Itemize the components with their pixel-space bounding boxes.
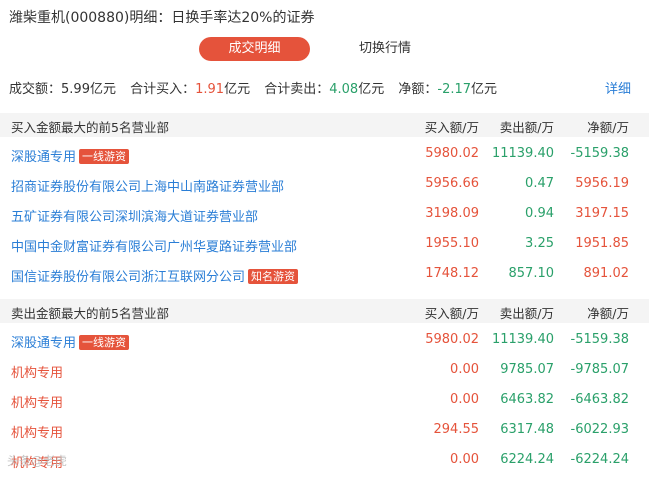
net-amount: -6463.82 [570,392,629,407]
branch-name[interactable]: 中国中金财富证券有限公司广州华夏路证券营业部 [11,240,297,255]
buy-section-title: 买入金额最大的前5名营业部 [11,120,169,135]
total-buy-value: 1.91 [195,82,225,97]
net-amount: -5159.38 [570,146,629,161]
summary-bar: 成交额：5.99亿元 合计买入：1.91亿元 合计卖出：4.08亿元 净额：-2… [9,78,639,97]
watermark: 头条@老虎 [7,454,68,468]
table-row[interactable]: 机构专用 294.55 6317.48 -6022.93 [0,416,649,446]
col-sell-amount: 卖出额/万 [499,306,554,321]
table-row[interactable]: 国信证券股份有限公司浙江互联网分公司 知名游资 1748.12 857.10 89… [0,260,649,290]
table-row[interactable]: 深股通专用 一线游资 5980.02 11139.40 -5159.38 [0,140,649,170]
tab-bar: 成交明细 切换行情 [0,37,649,63]
detail-link[interactable]: 详细 [605,78,631,97]
col-net-amount: 净额/万 [587,306,629,321]
net-amount: 5956.19 [575,176,629,191]
total-buy-unit: 亿元 [224,82,251,97]
sell-section-header: 卖出金额最大的前5名营业部 买入额/万 卖出额/万 净额/万 [0,299,649,323]
table-row[interactable]: 中国中金财富证券有限公司广州华夏路证券营业部 1955.10 3.25 1951… [0,230,649,260]
branch-name[interactable]: 深股通专用 [11,150,76,165]
branch-name[interactable]: 国信证券股份有限公司浙江互联网分公司 [11,270,245,285]
tab-trade-detail[interactable]: 成交明细 [199,37,310,61]
net-amount: -6022.93 [570,422,629,437]
page-title: 潍柴重机(000880)明细：日换手率达20%的证券 [9,10,315,26]
col-net-amount: 净额/万 [587,120,629,135]
sell-section-title: 卖出金额最大的前5名营业部 [11,306,169,321]
net-value: -2.17 [437,82,472,97]
col-buy-amount: 买入额/万 [424,120,479,135]
net-amount: -5159.38 [570,332,629,347]
badge-tag: 一线游资 [79,149,130,164]
table-row[interactable]: 五矿证券有限公司深圳滨海大道证券营业部 3198.09 0.94 3197.15 [0,200,649,230]
net-amount: -6224.24 [570,452,629,467]
net-label: 净额： [398,82,438,97]
col-sell-amount: 卖出额/万 [499,120,554,135]
branch-name[interactable]: 机构专用 [11,426,63,441]
table-row[interactable]: 招商证券股份有限公司上海中山南路证券营业部 5956.66 0.47 5956.… [0,170,649,200]
table-row[interactable]: 机构专用 0.00 6463.82 -6463.82 [0,386,649,416]
table-row[interactable]: 深股通专用 一线游资 5980.02 11139.40 -5159.38 [0,326,649,356]
branch-name[interactable]: 机构专用 [11,396,63,411]
branch-name[interactable]: 招商证券股份有限公司上海中山南路证券营业部 [11,180,284,195]
total-sell-unit: 亿元 [358,82,385,97]
total-buy-label: 合计买入： [130,82,196,97]
net-unit: 亿元 [471,82,498,97]
buy-section-header: 买入金额最大的前5名营业部 买入额/万 卖出额/万 净额/万 [0,113,649,137]
table-row[interactable]: 机构专用 0.00 9785.07 -9785.07 [0,356,649,386]
turnover-value: 5.99亿元 [61,82,116,97]
net-amount: 891.02 [583,266,630,281]
badge-tag: 知名游资 [248,269,299,284]
tab-switch-quote[interactable]: 切换行情 [330,37,440,61]
col-buy-amount: 买入额/万 [424,306,479,321]
badge-tag: 一线游资 [79,335,130,350]
net-amount: -9785.07 [570,362,629,377]
branch-name[interactable]: 五矿证券有限公司深圳滨海大道证券营业部 [11,210,258,225]
net-amount: 1951.85 [575,236,629,251]
turnover-label: 成交额： [9,82,62,97]
branch-name[interactable]: 深股通专用 [11,336,76,351]
total-sell-label: 合计卖出： [264,82,330,97]
net-amount: 3197.15 [575,206,629,221]
branch-name[interactable]: 机构专用 [11,366,63,381]
total-sell-value: 4.08 [329,82,359,97]
table-row[interactable]: 机构专用 0.00 6224.24 -6224.24 [0,446,649,476]
